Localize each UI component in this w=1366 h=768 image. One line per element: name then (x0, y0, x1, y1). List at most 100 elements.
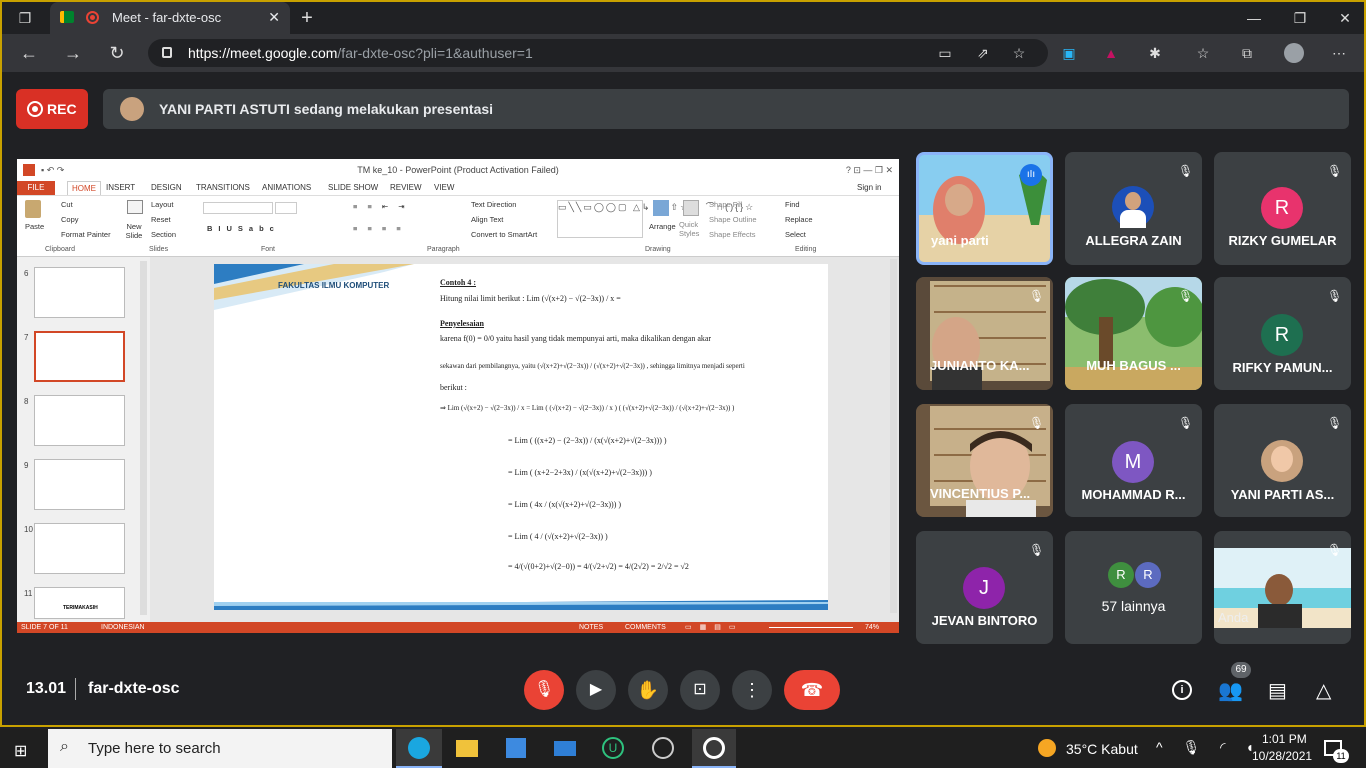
close-tab-icon[interactable]: ✕ (268, 9, 280, 26)
back-icon[interactable]: ← (20, 44, 38, 62)
participant-tile[interactable]: 🎙 YANI PARTI AS... (1214, 404, 1351, 517)
align-text-button[interactable]: Align Text (471, 215, 503, 224)
ppt-tab-review[interactable]: REVIEW (390, 181, 422, 195)
layout-button[interactable]: Layout (151, 200, 174, 209)
activities-icon[interactable]: △ (1316, 678, 1331, 703)
reset-button[interactable]: Reset (151, 215, 171, 224)
url-field[interactable]: https://meet.google.com/far-dxte-osc?pli… (148, 39, 1048, 67)
weather-text[interactable]: 35°C Kabut (1066, 741, 1138, 757)
slide-thumbnail[interactable]: TERIMAKASIH (34, 587, 125, 619)
find-button[interactable]: Find (785, 200, 800, 209)
copy-button[interactable]: Copy (61, 215, 79, 224)
ppt-tab-transitions[interactable]: TRANSITIONS (196, 181, 250, 195)
app-u-icon[interactable]: U (602, 737, 624, 759)
favorites-icon[interactable]: ☆ (1194, 44, 1212, 62)
clock-date[interactable]: 10/28/2021 (1252, 749, 1312, 763)
paste-button[interactable]: Paste (25, 222, 44, 231)
taskbar-search-box[interactable]: ⌕ Type here to search (48, 729, 392, 768)
participant-tile[interactable]: R R 57 lainnya (1065, 531, 1202, 644)
participant-tile[interactable]: 🎙 R RIZKY GUMELAR (1214, 152, 1351, 265)
raise-hand-button[interactable]: ✋ (628, 670, 668, 710)
present-screen-button[interactable]: ⊡ (680, 670, 720, 710)
chat-icon[interactable]: ▤ (1268, 678, 1287, 703)
font-family-select[interactable] (203, 202, 273, 214)
participant-tile[interactable]: 🎙 MUH BAGUS ... (1065, 277, 1202, 390)
more-options-button[interactable]: ⋮ (732, 670, 772, 710)
quick-styles-button[interactable]: Quick Styles (679, 220, 705, 238)
notes-button[interactable]: NOTES (579, 622, 603, 633)
extension-icon[interactable]: ▣ (1060, 44, 1078, 62)
convert-smartart-button[interactable]: Convert to SmartArt (471, 230, 537, 239)
reload-icon[interactable]: ↻ (108, 44, 126, 62)
more-menu-icon[interactable]: ⋯ (1330, 44, 1348, 62)
zoom-slider[interactable] (769, 627, 853, 628)
ppt-tab-animations[interactable]: ANIMATIONS (262, 181, 311, 195)
active-app-icon[interactable] (692, 729, 736, 768)
new-tab-icon[interactable]: + (298, 8, 316, 28)
ppt-tab-file[interactable]: FILE (17, 181, 55, 195)
comments-button[interactable]: COMMENTS (625, 622, 666, 633)
font-size-select[interactable] (275, 202, 297, 214)
file-explorer-icon[interactable] (456, 740, 478, 757)
section-button[interactable]: Section (151, 230, 176, 239)
text-direction-button[interactable]: Text Direction (471, 200, 516, 209)
app-circle-icon[interactable] (652, 737, 674, 759)
camera-blocked-icon[interactable]: ▭ (936, 44, 954, 62)
arrange-button[interactable]: Arrange (649, 222, 676, 231)
browser-tab[interactable]: Meet - far-dxte-osc ✕ (50, 2, 290, 34)
shape-outline-button[interactable]: Shape Outline (709, 215, 757, 224)
view-buttons[interactable]: ▭▦▤▭ (685, 622, 743, 633)
participant-tile[interactable]: 🎙 JUNIANTO KA... (916, 277, 1053, 390)
shape-fill-button[interactable]: Shape Fill (709, 200, 742, 209)
minimize-icon[interactable]: — (1245, 9, 1263, 27)
windows-start-icon[interactable]: ⊞ (14, 741, 32, 760)
open-in-app-icon[interactable]: ⇗ (974, 44, 992, 62)
shapes-gallery[interactable]: ▭╲╲▭◯◯▢ △↳↳⇨⇧☆⌒ ⌒∩(){}☆ (557, 200, 753, 238)
ppt-tab-home[interactable]: HOME (67, 181, 101, 195)
mail-icon[interactable] (554, 741, 576, 756)
ppt-tab-view[interactable]: VIEW (434, 181, 454, 195)
store-icon[interactable] (506, 738, 526, 758)
slide-scrollbar[interactable] (890, 259, 897, 613)
edge-app-icon[interactable] (396, 729, 442, 768)
ppt-sign-in[interactable]: Sign in (857, 181, 881, 195)
slide-thumbnail-selected[interactable] (34, 331, 125, 382)
shape-effects-button[interactable]: Shape Effects (709, 230, 756, 239)
participant-tile[interactable]: ıIı yani parti (916, 152, 1053, 265)
participant-tile-self[interactable]: 🎙 Anda (1214, 531, 1351, 644)
slide-thumbnail[interactable] (34, 267, 125, 318)
tab-actions-icon[interactable]: ❐ (16, 9, 34, 27)
clock-time[interactable]: 1:01 PM (1262, 732, 1307, 746)
ppt-tab-slideshow[interactable]: SLIDE SHOW (328, 181, 378, 195)
thumb-scrollbar[interactable] (140, 261, 147, 615)
collections-icon[interactable]: ⧉ (1238, 44, 1256, 62)
ppt-tab-insert[interactable]: INSERT (106, 181, 135, 195)
slide-thumbnail[interactable] (34, 459, 125, 510)
leave-call-button[interactable]: ☎ (784, 670, 840, 710)
replace-button[interactable]: Replace (785, 215, 813, 224)
participant-tile[interactable]: 🎙 VINCENTIUS P... (916, 404, 1053, 517)
align-buttons[interactable]: ≡ ≡ ≡ ≡ (353, 224, 405, 233)
select-button[interactable]: Select (785, 230, 806, 239)
cut-button[interactable]: Cut (61, 200, 73, 209)
favorite-icon[interactable]: ☆ (1010, 44, 1028, 62)
recording-badge[interactable]: REC (16, 89, 88, 129)
camera-toggle-button[interactable]: ▶ (576, 670, 616, 710)
slide-thumbnail[interactable] (34, 395, 125, 446)
extension-2-icon[interactable]: ▲ (1102, 44, 1120, 62)
people-icon[interactable]: 👥 (1218, 678, 1243, 703)
zoom-level[interactable]: 74% (865, 622, 879, 633)
info-icon[interactable]: i (1172, 680, 1192, 700)
slide-thumbnail[interactable] (34, 523, 125, 574)
font-format-buttons[interactable]: BIUSabc (207, 224, 280, 233)
participant-tile[interactable]: 🎙 M MOHAMMAD R... (1065, 404, 1202, 517)
new-slide-button[interactable]: New Slide (121, 222, 147, 240)
close-window-icon[interactable]: ✕ (1336, 9, 1354, 27)
participant-tile[interactable]: 🎙 R RIFKY PAMUN... (1214, 277, 1351, 390)
ppt-tab-design[interactable]: DESIGN (151, 181, 182, 195)
forward-icon[interactable]: → (64, 44, 82, 62)
system-tray-icons[interactable]: ^ 🎙 ◜ ◖ (1156, 739, 1262, 756)
format-painter-button[interactable]: Format Painter (61, 230, 111, 239)
mic-toggle-button[interactable]: 🎙 (524, 670, 564, 710)
participant-tile[interactable]: 🎙 J JEVAN BINTORO (916, 531, 1053, 644)
